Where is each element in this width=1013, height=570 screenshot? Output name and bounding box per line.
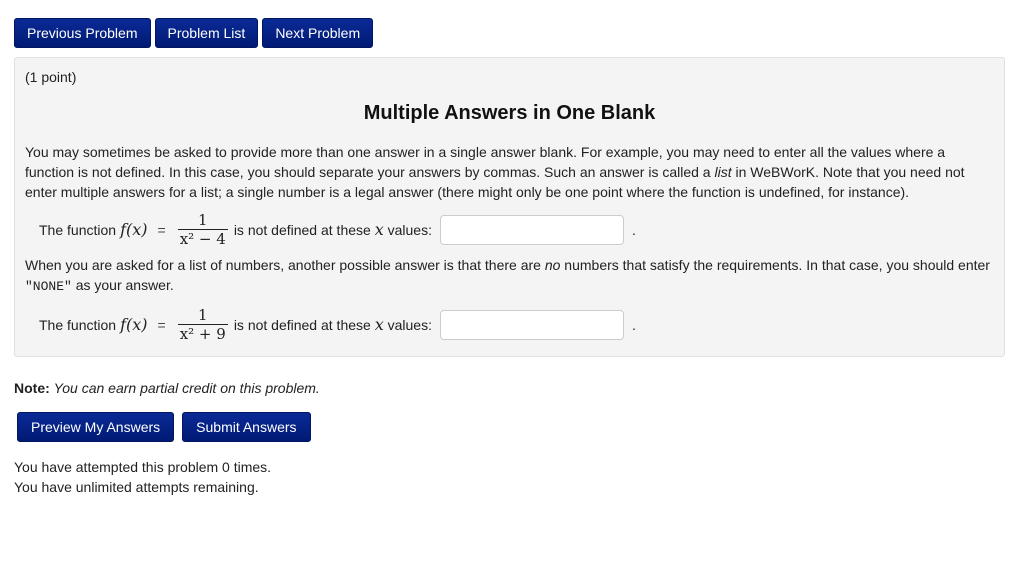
q1-equals: = (157, 221, 166, 238)
intro-paragraph: You may sometimes be asked to provide mo… (25, 142, 990, 202)
q1-function-name: f(x) (120, 220, 147, 239)
next-problem-button[interactable]: Next Problem (262, 18, 374, 48)
problem-navigation: Previous Problem Problem List Next Probl… (14, 18, 374, 48)
q2-function-name: f(x) (120, 315, 147, 334)
none-text-c: as your answer. (71, 277, 174, 293)
problem-points: (1 point) (25, 69, 77, 85)
q1-variable: x (374, 220, 384, 239)
submit-answers-button[interactable]: Submit Answers (182, 412, 311, 442)
q1-period: . (631, 221, 636, 238)
attempts-remaining: You have unlimited attempts remaining. (14, 479, 259, 495)
q2-suffix: values: (387, 316, 432, 333)
q2-denominator: x² + 9 (177, 324, 228, 343)
partial-credit-note: Note: You can earn partial credit on thi… (14, 380, 320, 396)
q1-suffix: values: (387, 221, 432, 238)
q1-fraction: 1 x² − 4 (177, 211, 228, 248)
q2-numerator: 1 (197, 306, 208, 324)
answer-actions: Preview My Answers Submit Answers (17, 412, 311, 442)
problem-title: Multiple Answers in One Blank (363, 102, 656, 124)
q2-prefix: The function (39, 316, 117, 333)
none-code: "NONE" (25, 279, 72, 294)
intro-text-emphasis: list (714, 164, 732, 180)
question-2: The function f(x) = 1 x² + 9 is not defi… (39, 306, 636, 343)
note-text: You can earn partial credit on this prob… (53, 380, 320, 396)
q2-fraction: 1 x² + 9 (177, 306, 228, 343)
attempts-count: You have attempted this problem 0 times. (14, 459, 272, 475)
previous-problem-button[interactable]: Previous Problem (14, 18, 151, 48)
q1-denominator: x² − 4 (177, 229, 228, 248)
q2-middle-text: is not defined at these (233, 316, 371, 333)
problem-panel: (1 point) Multiple Answers in One Blank … (14, 57, 1005, 357)
answer-2-input[interactable] (439, 309, 624, 340)
preview-answers-button[interactable]: Preview My Answers (17, 412, 175, 442)
none-text-emphasis: no (544, 257, 561, 273)
q1-middle-text: is not defined at these (233, 221, 371, 238)
attempt-status: You have attempted this problem 0 times.… (14, 457, 271, 497)
answer-1-input[interactable] (439, 214, 624, 245)
none-text-b: numbers that satisfy the requirements. I… (560, 257, 990, 273)
question-1: The function f(x) = 1 x² − 4 is not defi… (39, 211, 636, 248)
q2-f-of-x: f(x) (120, 315, 148, 334)
q2-period: . (631, 316, 636, 333)
q2-equals: = (157, 316, 166, 333)
note-label: Note: (14, 380, 50, 396)
q2-variable: x (374, 315, 384, 334)
none-paragraph: When you are asked for a list of numbers… (25, 255, 990, 297)
q1-prefix: The function (39, 221, 117, 238)
problem-list-button[interactable]: Problem List (154, 18, 259, 48)
none-text-a: When you are asked for a list of numbers… (25, 257, 545, 273)
q1-numerator: 1 (197, 211, 208, 229)
q1-f-of-x: f(x) (120, 220, 148, 239)
